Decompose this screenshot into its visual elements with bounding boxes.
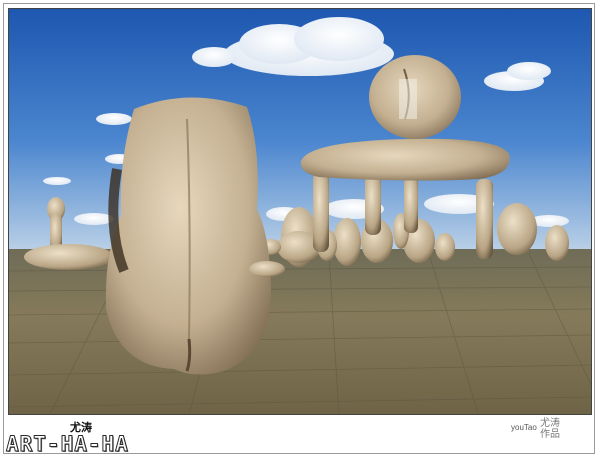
brand-logo-text: ART-HA-HA [6,432,129,456]
works-signature-cn: 尤涛作品 [540,418,560,440]
paved-ground [9,249,591,414]
author-signature: youTao [511,423,537,432]
scene-illustration [9,9,591,414]
surreal-photo [8,8,592,415]
